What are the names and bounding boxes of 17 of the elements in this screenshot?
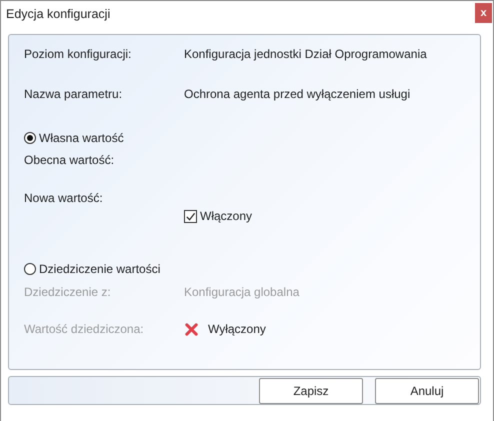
window-title: Edycja konfiguracji <box>6 7 110 21</box>
enabled-checkbox[interactable]: Włączony <box>184 209 252 223</box>
field-value: Konfiguracja globalna <box>184 285 300 299</box>
field-value: Konfiguracja jednostki Dział Oprogramowania <box>184 47 427 61</box>
field-label: Dziedziczenie z: <box>24 285 112 299</box>
checkmark-icon <box>185 210 196 222</box>
field-label: Obecna wartość: <box>24 153 116 167</box>
own-value-radio[interactable]: Własna wartość <box>24 129 124 147</box>
field-value: Wyłączony <box>208 322 266 336</box>
close-button[interactable]: x <box>475 3 492 23</box>
field-label: Nowa wartość: <box>24 191 104 205</box>
cancel-button[interactable]: Anuluj <box>375 378 479 404</box>
save-button[interactable]: Zapisz <box>259 378 363 404</box>
field-label: Nazwa parametru: <box>24 87 124 101</box>
field-label: Poziom konfiguracji: <box>24 47 132 61</box>
field-value: Ochrona agenta przed wyłączeniem usługi <box>184 87 410 101</box>
field-label: Wartość dziedziczona: <box>24 322 145 336</box>
